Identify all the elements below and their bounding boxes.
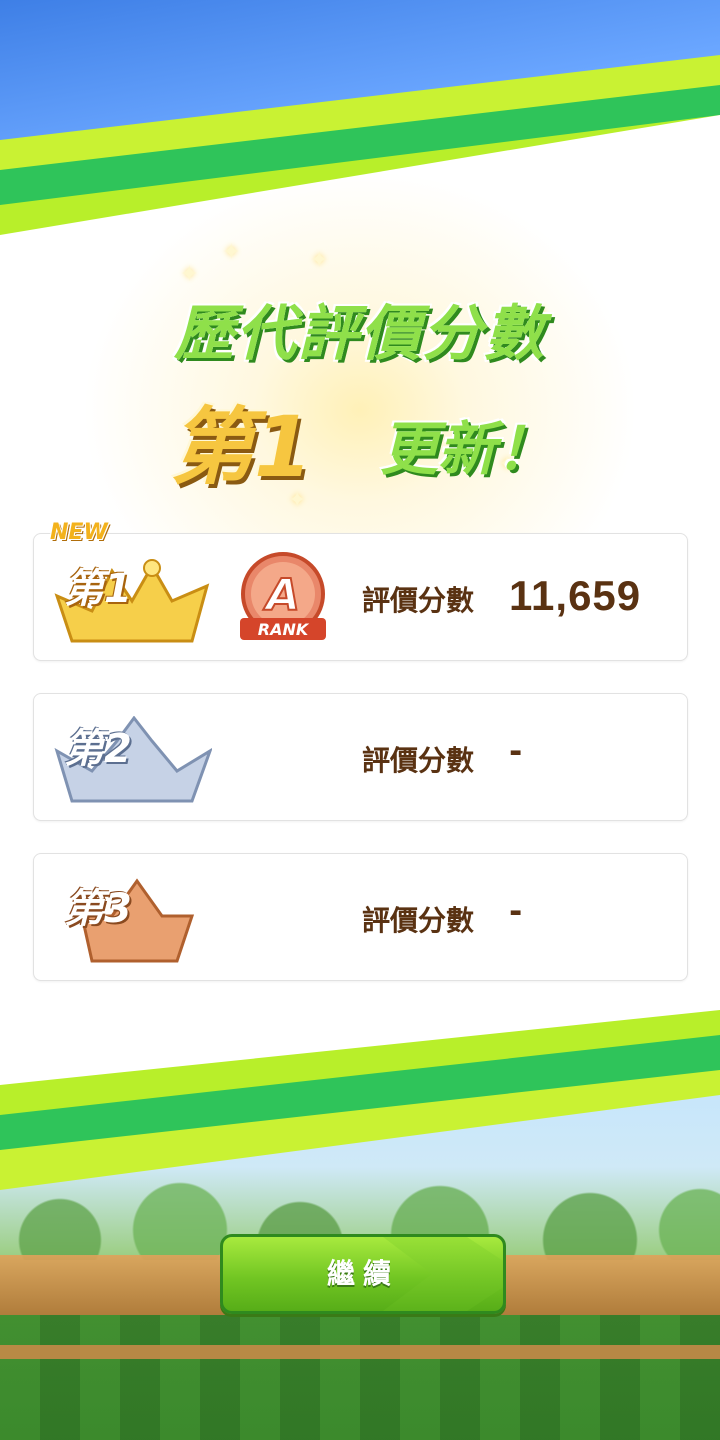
score-value: 11,659 — [509, 572, 642, 619]
rank-label: 第2 — [64, 726, 132, 772]
score-card-1: NEW 第1 A RANK 評價分數 11,659 — [33, 520, 688, 661]
score-value: - — [509, 892, 523, 930]
continue-button-label: 繼續 — [326, 1257, 399, 1290]
score-label: 評價分數 — [362, 904, 475, 937]
bottom-decorative-stripes — [0, 1010, 720, 1190]
svg-text:RANK: RANK — [258, 620, 310, 639]
fence-lower-rail — [0, 1345, 720, 1359]
headline-title: 歷代評價分數 — [174, 299, 546, 369]
rank-label: 第1 — [64, 566, 132, 612]
sparkle-icon: ✦ — [180, 262, 199, 287]
score-value: - — [509, 732, 523, 770]
score-label: 評價分數 — [362, 744, 475, 777]
hedge-background — [0, 1315, 720, 1440]
score-card-2: 第2 評價分數 - — [33, 693, 688, 821]
sparkle-icon: ✦ — [222, 240, 241, 265]
sparkle-icon: ✦ — [310, 248, 329, 273]
svg-text:A: A — [263, 570, 300, 621]
score-card-3: 第3 評價分數 - — [33, 853, 688, 981]
score-label: 評價分數 — [362, 584, 475, 617]
new-badge: NEW — [50, 520, 108, 545]
headline-rank: 第1 — [170, 398, 313, 496]
headline-rank-line: 第1 更新！ — [170, 380, 590, 496]
rank-label: 第3 — [64, 886, 132, 932]
a-rank-badge-icon: A RANK — [240, 552, 326, 640]
continue-button[interactable]: 繼續 — [220, 1234, 506, 1314]
headline-updated: 更新！ — [380, 415, 555, 483]
